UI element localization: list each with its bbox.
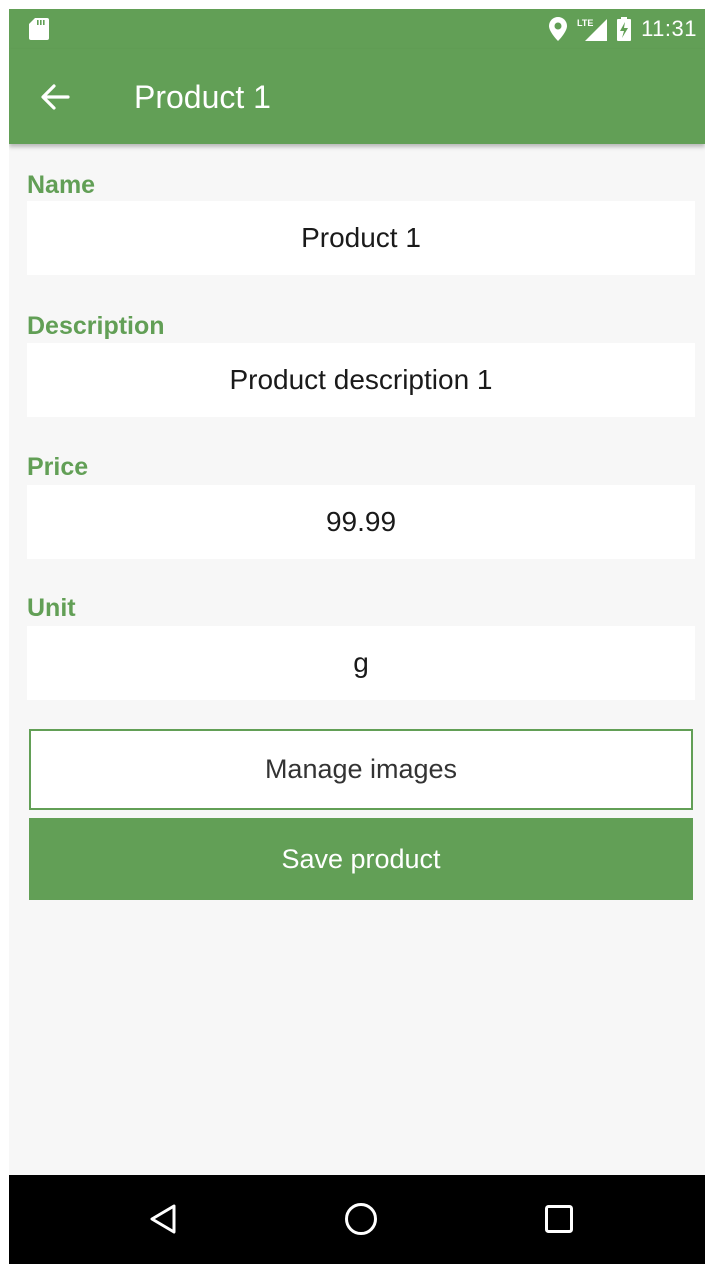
page-title: Product 1	[134, 79, 271, 115]
sd-card-icon	[29, 18, 49, 40]
save-product-button[interactable]: Save product	[29, 818, 693, 900]
nav-home-button[interactable]	[335, 1193, 387, 1245]
app-bar: Product 1	[9, 49, 705, 144]
product-form: Name Description Price Unit Manage image…	[9, 144, 705, 1175]
recents-square-icon	[545, 1205, 573, 1233]
arrow-left-icon	[41, 84, 70, 110]
home-circle-icon	[345, 1203, 377, 1235]
device-screen: LTE 11:31 Product 1 Name Description Pri…	[9, 9, 705, 1264]
unit-field[interactable]	[27, 626, 695, 700]
price-field[interactable]	[27, 485, 695, 559]
unit-label: Unit	[27, 594, 76, 622]
name-field[interactable]	[27, 201, 695, 275]
price-label: Price	[27, 453, 89, 481]
network-type-label: LTE	[577, 18, 593, 28]
description-label: Description	[27, 312, 165, 340]
manage-images-button[interactable]: Manage images	[29, 729, 693, 810]
status-icons: LTE 11:31	[549, 9, 697, 49]
back-triangle-icon	[150, 1204, 176, 1234]
back-button[interactable]	[31, 73, 79, 121]
name-label: Name	[27, 171, 96, 199]
signal-icon: LTE	[577, 18, 608, 41]
nav-recents-button[interactable]	[533, 1193, 585, 1245]
nav-back-button[interactable]	[137, 1193, 189, 1245]
description-field[interactable]	[27, 343, 695, 417]
status-time: 11:31	[641, 16, 697, 41]
battery-charging-icon	[617, 17, 632, 41]
status-bar: LTE 11:31	[9, 9, 705, 49]
system-nav-bar	[9, 1175, 705, 1264]
location-icon	[549, 17, 568, 41]
